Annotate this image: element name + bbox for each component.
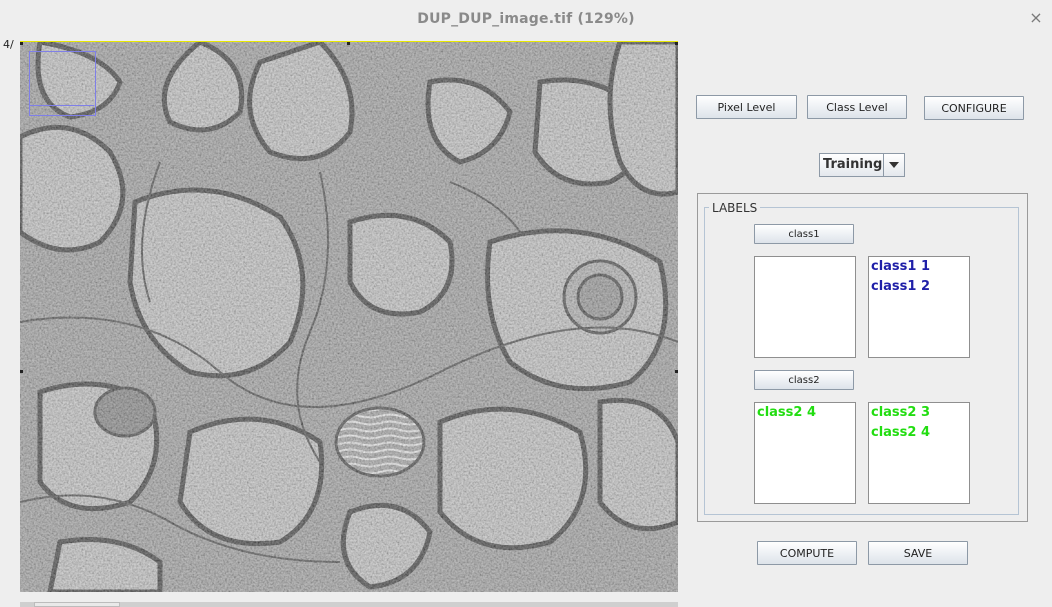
- list-item[interactable]: class2 4: [869, 423, 969, 443]
- list-item[interactable]: class2 4: [755, 403, 855, 423]
- roi-rectangle[interactable]: [29, 51, 96, 116]
- mode-selected: Training: [823, 157, 883, 172]
- roi-line: [29, 105, 94, 106]
- list-item[interactable]: class1 1: [869, 257, 969, 277]
- image-canvas[interactable]: [20, 41, 678, 592]
- close-icon[interactable]: ×: [1028, 9, 1044, 27]
- title-bar: DUP_DUP_image.tif (129%) ×: [0, 0, 1052, 38]
- selection-handle[interactable]: [675, 42, 678, 45]
- selection-handle[interactable]: [675, 370, 678, 373]
- class-level-button[interactable]: Class Level: [807, 95, 907, 119]
- selection-handle[interactable]: [20, 42, 23, 45]
- pixel-level-button[interactable]: Pixel Level: [696, 95, 797, 119]
- save-button[interactable]: SAVE: [868, 541, 968, 565]
- chevron-down-icon: [889, 162, 899, 168]
- horizontal-scrollbar[interactable]: [20, 602, 678, 607]
- scrollbar-thumb[interactable]: [34, 602, 120, 607]
- configure-button[interactable]: CONFIGURE: [924, 96, 1024, 120]
- class1-button[interactable]: class1: [754, 224, 854, 244]
- dropdown-arrow[interactable]: [883, 154, 904, 176]
- list-item[interactable]: class2 3: [869, 403, 969, 423]
- class2-left-list[interactable]: class2 4: [754, 402, 856, 504]
- list-item[interactable]: class1 2: [869, 277, 969, 297]
- slice-indicator: 4/: [3, 38, 14, 51]
- class2-right-list[interactable]: class2 3 class2 4: [868, 402, 970, 504]
- class1-left-list[interactable]: [754, 256, 856, 358]
- labels-title: LABELS: [709, 201, 761, 215]
- window-title: DUP_DUP_image.tif (129%): [417, 11, 635, 27]
- mode-dropdown[interactable]: Training: [819, 153, 905, 177]
- em-micrograph: [20, 42, 678, 592]
- selection-handle[interactable]: [20, 370, 23, 373]
- selection-handle[interactable]: [347, 42, 350, 45]
- class1-right-list[interactable]: class1 1 class1 2: [868, 256, 970, 358]
- class2-button[interactable]: class2: [754, 370, 854, 390]
- labels-group: [704, 207, 1019, 515]
- compute-button[interactable]: COMPUTE: [757, 541, 857, 565]
